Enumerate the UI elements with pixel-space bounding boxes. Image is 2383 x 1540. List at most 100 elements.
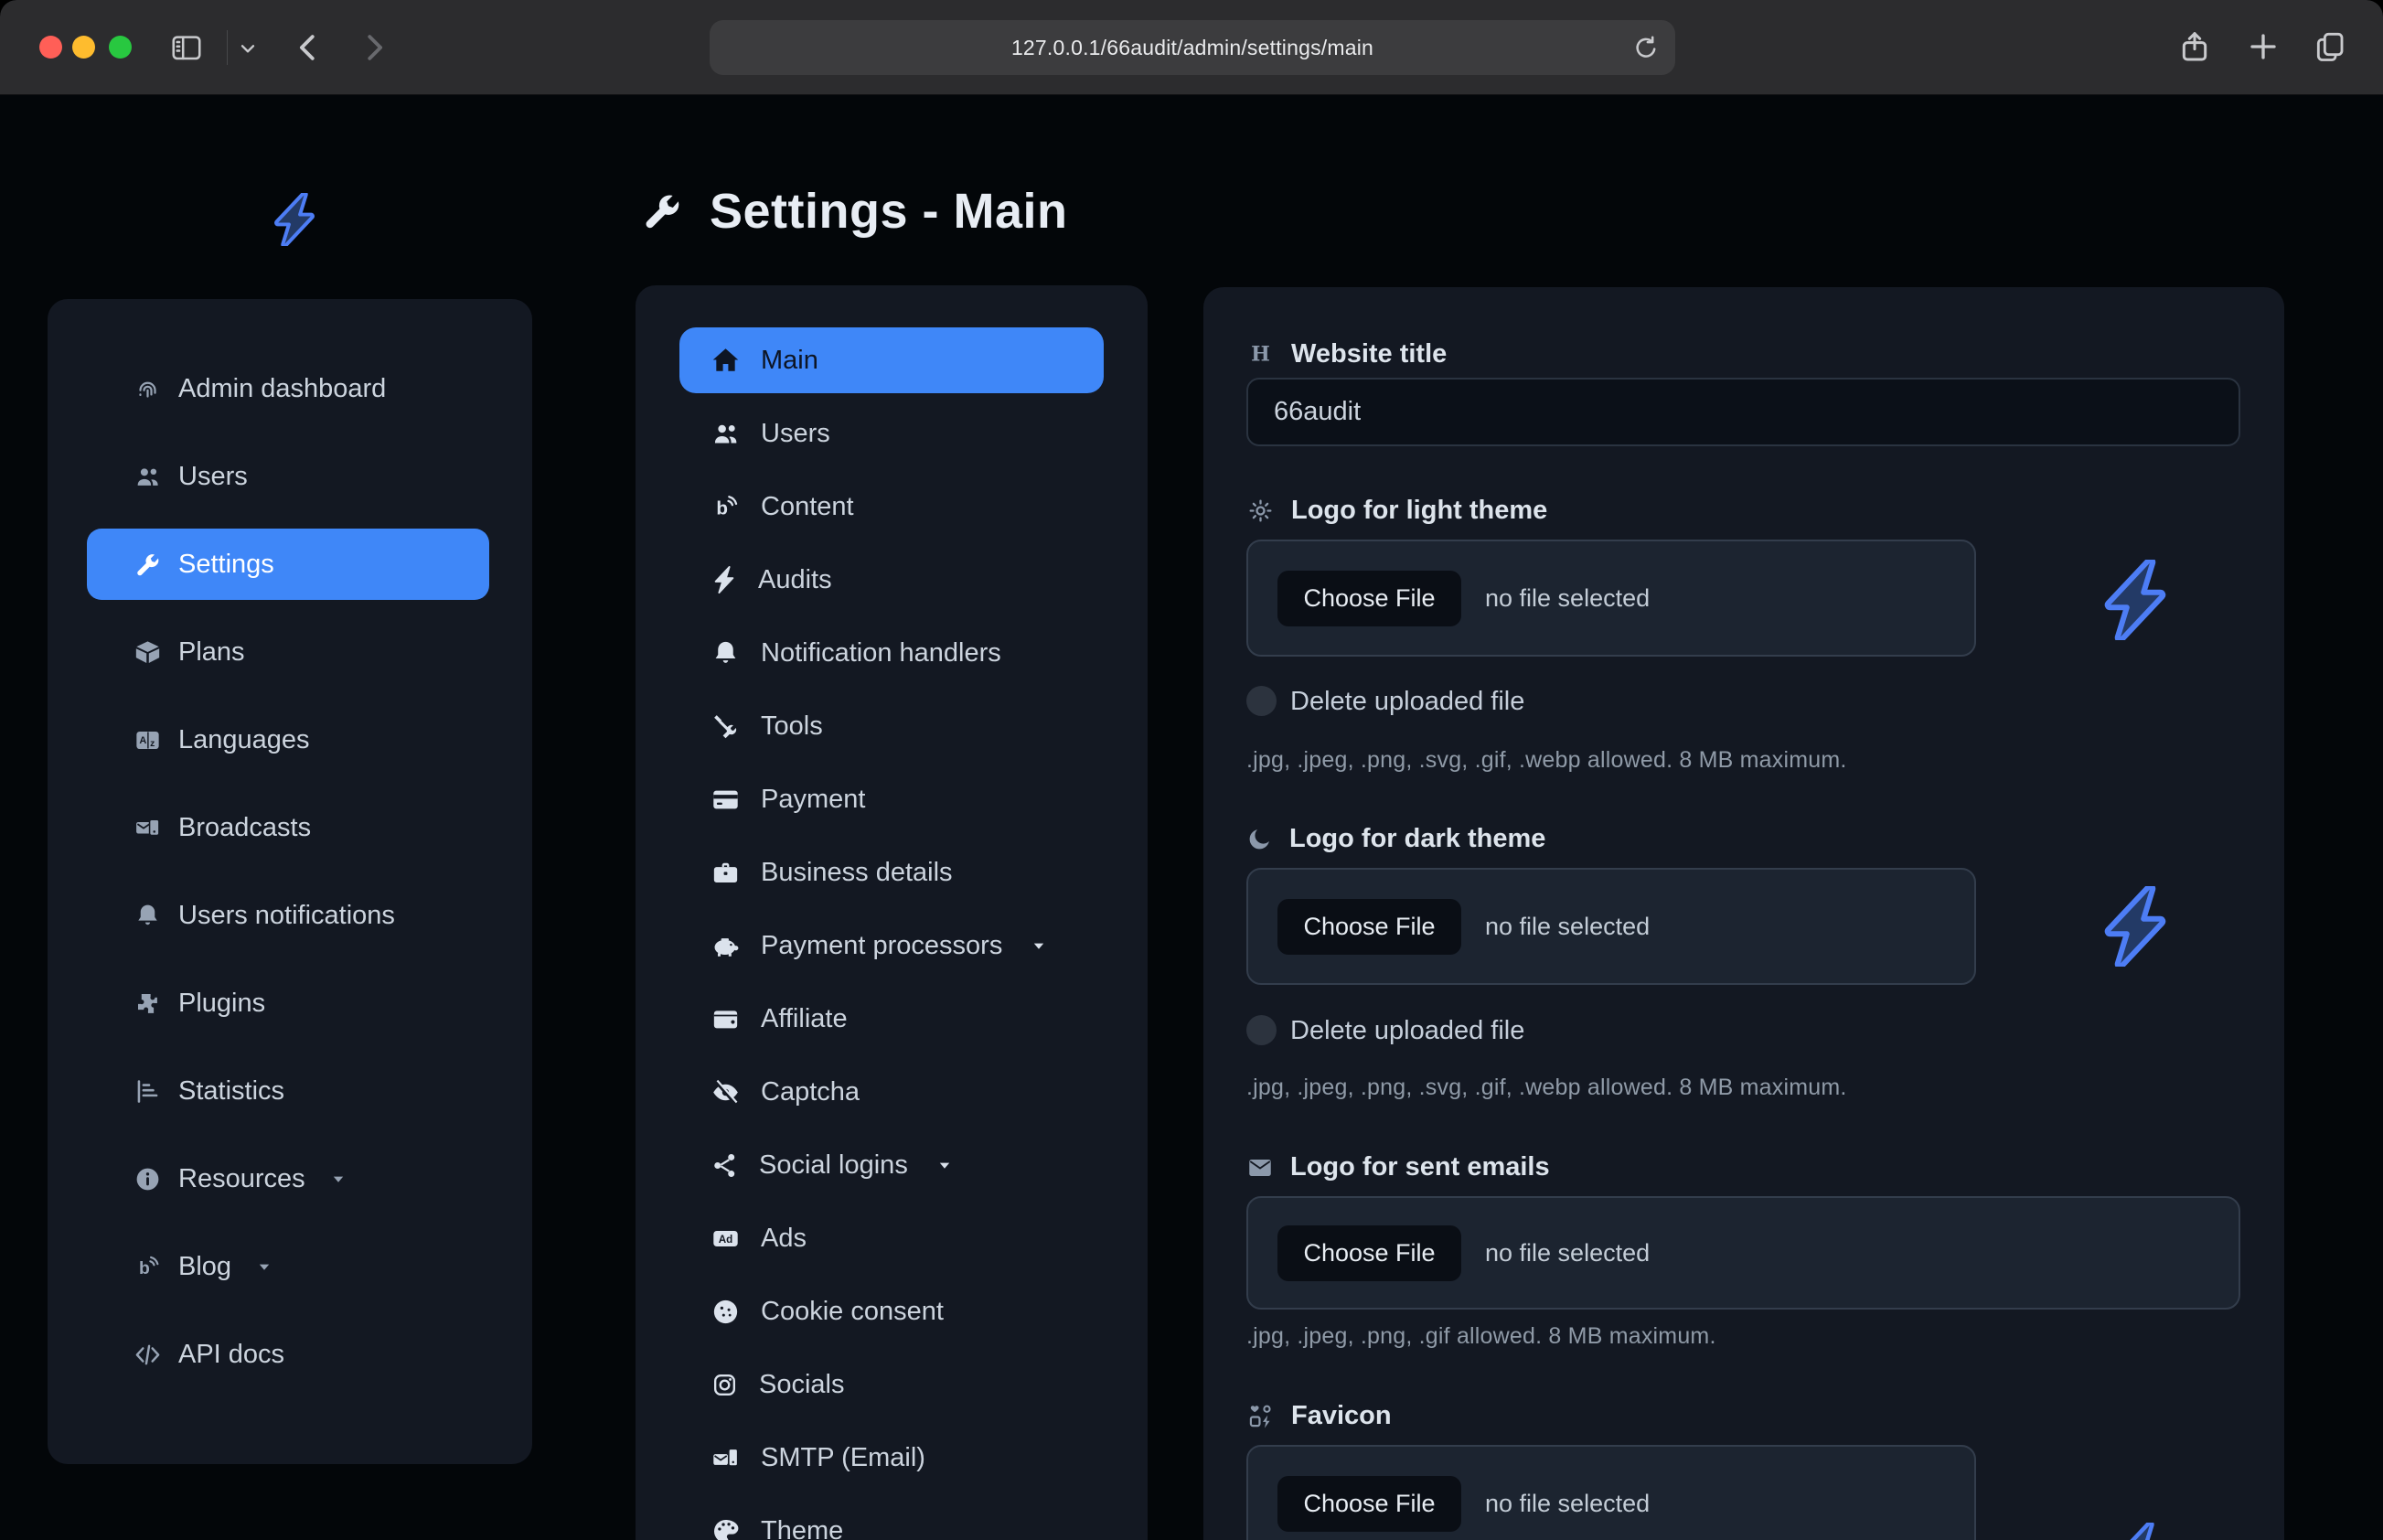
sidebar-item-api-docs[interactable]: API docs [48,1310,532,1398]
gear-icon [1246,497,1275,525]
sidebar-item-label: Users notifications [178,901,395,931]
website-title-input[interactable] [1246,378,2240,446]
settings-tab-notification-handlers[interactable]: Notification handlers [636,616,1148,690]
settings-tab-cookie-consent[interactable]: Cookie consent [636,1275,1148,1348]
admin-sidebar: Admin dashboard Users Settings Plans Lan… [48,299,532,1464]
settings-tab-audits[interactable]: Audits [636,543,1148,616]
sidebar-item-label: Settings [178,550,274,580]
settings-tab-label: SMTP (Email) [761,1443,925,1473]
logo-dark-file-input[interactable]: Choose File no file selected [1246,868,1976,985]
settings-nav: Main Users Content Audits Notification h… [636,285,1148,1540]
chevron-down-icon[interactable] [236,37,260,60]
choose-file-button[interactable]: Choose File [1277,1225,1461,1281]
logo-light-help-text: .jpg, .jpeg, .png, .svg, .gif, .webp all… [1246,747,1847,774]
file-status-text: no file selected [1485,1490,1650,1518]
logo-emails-file-input[interactable]: Choose File no file selected [1246,1196,2240,1310]
settings-tab-label: Business details [761,858,953,888]
smtp-icon [711,1443,741,1473]
back-icon[interactable] [291,30,326,65]
address-bar[interactable]: 127.0.0.1/66audit/admin/settings/main [710,20,1675,75]
sidebar-item-plans[interactable]: Plans [48,608,532,696]
settings-tab-content[interactable]: Content [636,470,1148,543]
sidebar-item-blog[interactable]: Blog [48,1223,532,1310]
close-window-button[interactable] [39,36,62,59]
piggy-bank-icon [711,931,741,961]
logo-dark-help-text: .jpg, .jpeg, .png, .svg, .gif, .webp all… [1246,1075,1847,1101]
app-logo-lightning-icon[interactable] [268,179,321,260]
sidebar-item-admin-dashboard[interactable]: Admin dashboard [48,345,532,433]
choose-file-button[interactable]: Choose File [1277,571,1461,626]
settings-tab-theme[interactable]: Theme [636,1494,1148,1540]
heading-icon [1246,340,1275,369]
logo-light-delete-checkbox[interactable] [1246,686,1277,716]
new-tab-icon[interactable] [2245,28,2281,65]
sidebar-item-users-notifications[interactable]: Users notifications [48,872,532,959]
settings-tab-payment[interactable]: Payment [636,763,1148,836]
delete-uploaded-file-label: Delete uploaded file [1290,1016,1524,1046]
eye-slash-icon [711,1077,741,1107]
box-icon [134,638,162,667]
toolbar-divider [227,30,228,65]
favicon-file-input[interactable]: Choose File no file selected [1246,1445,1976,1540]
sidebar-item-statistics[interactable]: Statistics [48,1047,532,1135]
logo-light-preview-lightning-icon [2095,549,2175,651]
settings-tab-label: Content [761,492,854,522]
settings-tab-tools[interactable]: Tools [636,690,1148,763]
sidebar-item-languages[interactable]: Languages [48,696,532,784]
settings-tab-label: Users [761,419,830,449]
settings-tab-affiliate[interactable]: Affiliate [636,982,1148,1055]
zoom-window-button[interactable] [109,36,132,59]
settings-form-panel: Website title Logo for light theme Choos… [1203,287,2284,1540]
users-icon [134,463,162,491]
file-status-text: no file selected [1485,913,1650,941]
settings-tab-captcha[interactable]: Captcha [636,1055,1148,1128]
choose-file-button[interactable]: Choose File [1277,1476,1461,1532]
tab-overview-icon[interactable] [2312,28,2348,65]
moon-icon [1246,826,1273,852]
settings-tab-payment-processors[interactable]: Payment processors [636,909,1148,982]
sidebar-item-label: Plugins [178,989,265,1019]
settings-tab-label: Payment processors [761,931,1002,961]
instagram-icon [711,1371,739,1399]
sidebar-item-label: Resources [178,1164,305,1194]
settings-tab-users[interactable]: Users [636,397,1148,470]
sidebar-item-plugins[interactable]: Plugins [48,959,532,1047]
blog-icon [134,1253,162,1281]
code-icon [134,1341,162,1369]
share-icon[interactable] [2176,28,2213,65]
info-circle-icon [134,1165,162,1193]
sidebar-item-label: Admin dashboard [178,374,386,404]
sidebar-item-label: Users [178,462,248,492]
sidebar-item-settings[interactable]: Settings [48,520,532,608]
logo-dark-delete-checkbox[interactable] [1246,1015,1277,1045]
sidebar-item-users[interactable]: Users [48,433,532,520]
favicon-preview-lightning-icon [2109,1514,2169,1540]
minimize-window-button[interactable] [72,36,95,59]
sidebar-item-label: Plans [178,637,245,668]
credit-card-icon [711,785,741,815]
sidebar-item-resources[interactable]: Resources [48,1135,532,1223]
share-nodes-icon [711,1151,739,1180]
settings-tab-ads[interactable]: Ads [636,1202,1148,1275]
logo-emails-help-text: .jpg, .jpeg, .png, .gif allowed. 8 MB ma… [1246,1323,1716,1350]
translate-icon [134,726,162,754]
forward-icon[interactable] [357,30,391,65]
bell-icon [711,638,741,668]
settings-tab-social-logins[interactable]: Social logins [636,1128,1148,1202]
settings-tab-business-details[interactable]: Business details [636,836,1148,909]
page-title: Settings - Main [640,183,1068,240]
settings-tab-label: Main [761,346,818,376]
choose-file-button[interactable]: Choose File [1277,899,1461,955]
settings-tab-label: Socials [759,1370,845,1400]
settings-tab-smtp[interactable]: SMTP (Email) [636,1421,1148,1494]
settings-tab-main[interactable]: Main [636,324,1148,397]
browser-window: 127.0.0.1/66audit/admin/settings/main Ad… [0,0,2383,1540]
logo-light-file-input[interactable]: Choose File no file selected [1246,540,1976,657]
sidebar-toggle-icon[interactable] [169,30,204,65]
caret-down-icon [327,1168,349,1190]
sidebar-item-broadcasts[interactable]: Broadcasts [48,784,532,872]
wrench-icon [134,551,162,579]
settings-tab-socials[interactable]: Socials [636,1348,1148,1421]
caret-down-icon [1028,935,1050,957]
refresh-icon[interactable] [1631,33,1661,62]
